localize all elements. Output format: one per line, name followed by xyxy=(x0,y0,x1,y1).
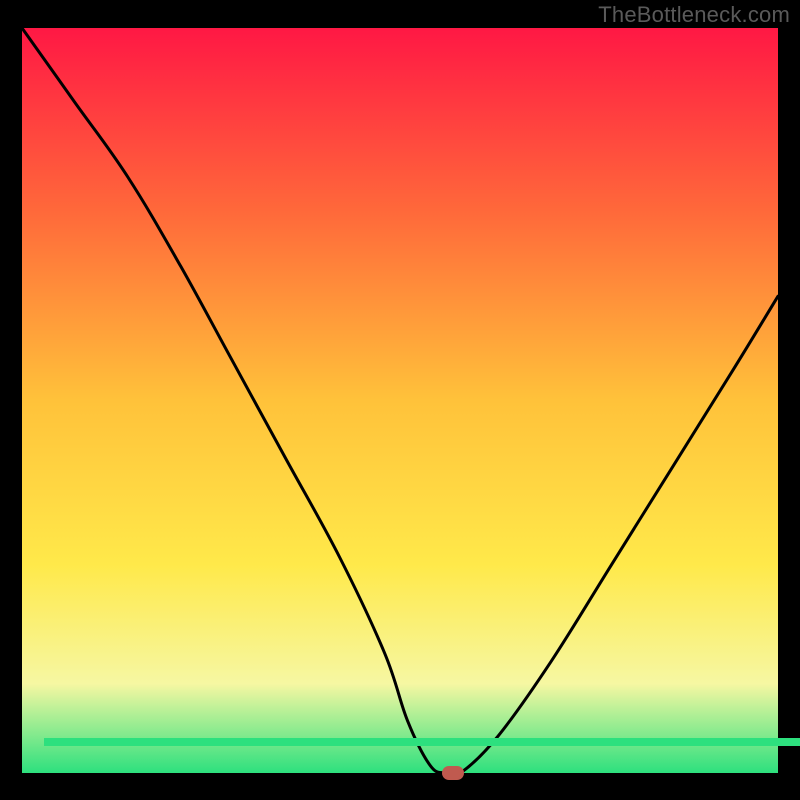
selected-point-marker xyxy=(442,766,464,780)
chart-frame: TheBottleneck.com xyxy=(0,0,800,800)
bottleneck-chart xyxy=(22,28,778,773)
gradient-background xyxy=(22,28,778,773)
optimal-zone-strip xyxy=(44,738,800,746)
chart-svg xyxy=(22,28,778,773)
attribution-text: TheBottleneck.com xyxy=(598,2,790,28)
